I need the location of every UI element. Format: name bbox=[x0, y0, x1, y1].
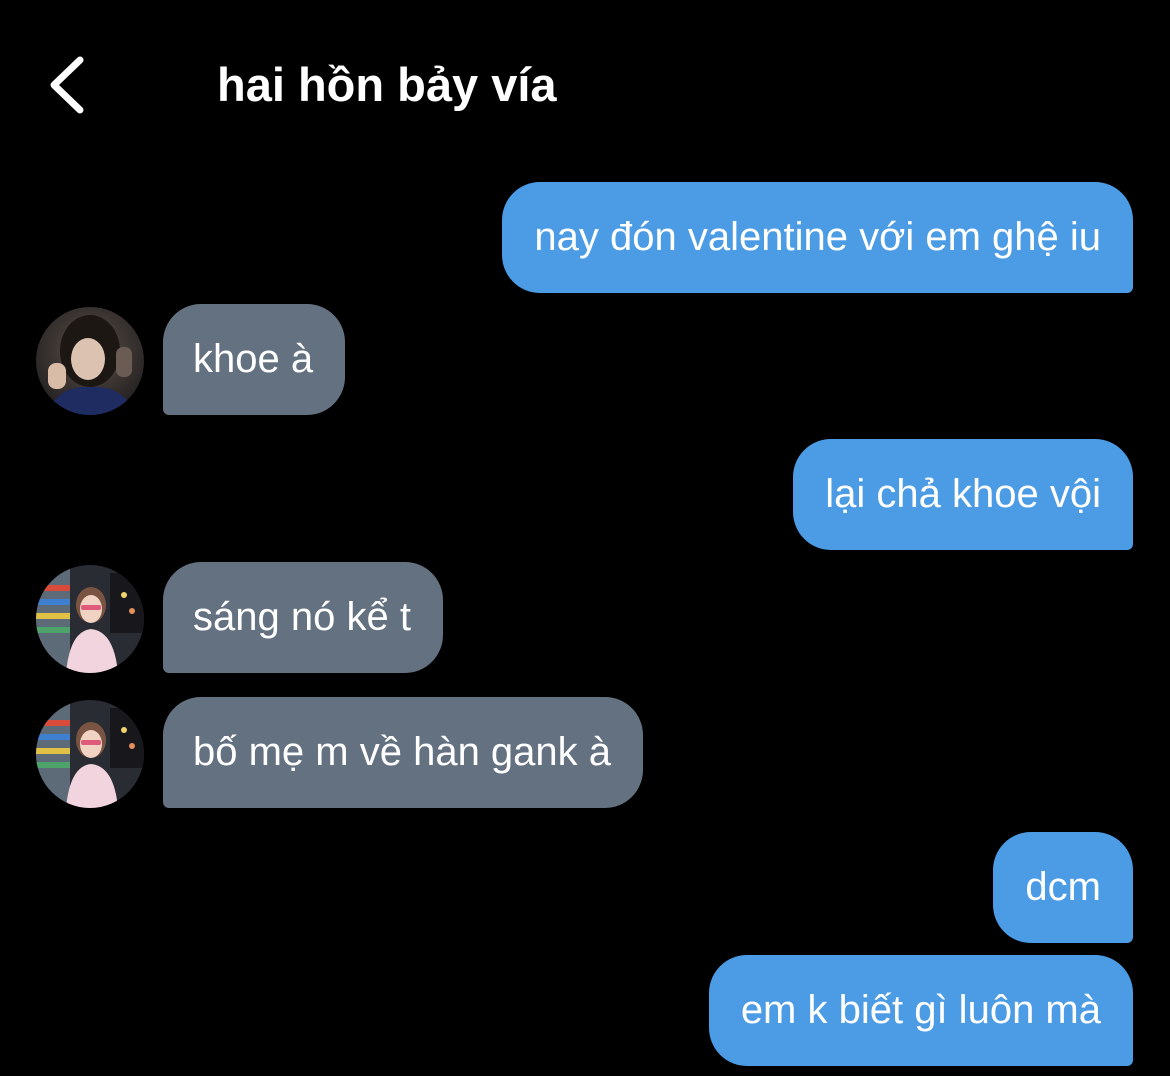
back-chevron-icon[interactable] bbox=[38, 48, 108, 122]
outgoing-message[interactable]: em k biết gì luôn mà bbox=[708, 955, 1133, 1066]
incoming-message[interactable]: khoe à bbox=[163, 304, 346, 415]
outgoing-message[interactable]: dcm bbox=[993, 832, 1133, 943]
outgoing-message[interactable]: nay đón valentine với em ghệ iu bbox=[502, 182, 1133, 293]
avatar-photo-icon bbox=[36, 307, 144, 415]
chat-header: hai hồn bảy vía bbox=[0, 0, 1170, 170]
contact-avatar[interactable] bbox=[36, 565, 144, 673]
incoming-message[interactable]: sáng nó kể t bbox=[163, 562, 443, 673]
avatar-photo-icon bbox=[36, 565, 144, 673]
incoming-message[interactable]: bố mẹ m về hàn gank à bbox=[163, 697, 644, 808]
contact-avatar[interactable] bbox=[36, 307, 144, 415]
outgoing-message[interactable]: lại chả khoe vội bbox=[793, 439, 1133, 550]
avatar-photo-icon bbox=[36, 700, 144, 808]
contact-avatar[interactable] bbox=[36, 700, 144, 808]
chat-title: hai hồn bảy vía bbox=[217, 58, 557, 111]
